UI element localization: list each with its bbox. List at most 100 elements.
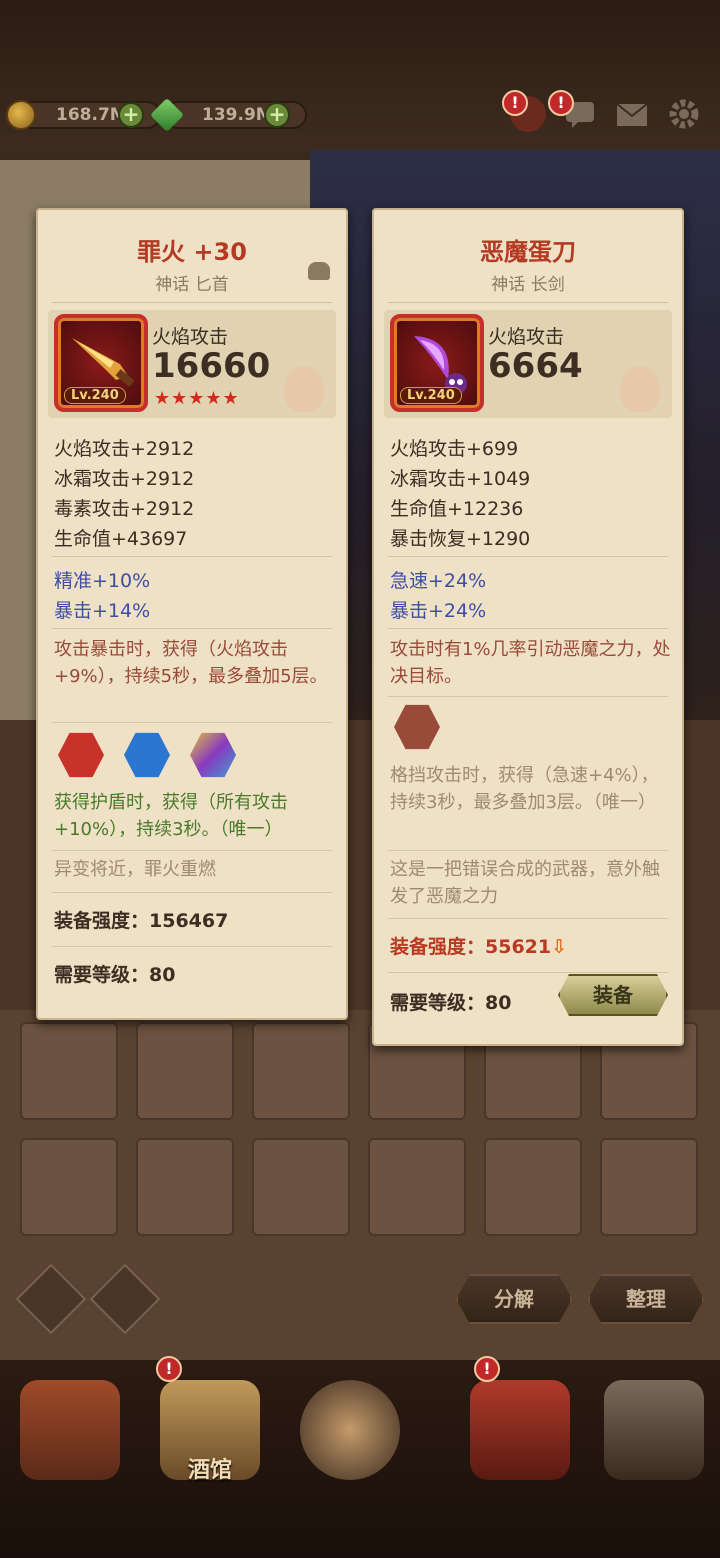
event-alert-badge: ! bbox=[502, 90, 528, 116]
inventory-slot[interactable] bbox=[484, 1138, 582, 1236]
item-hero: Lv.240 火焰攻击 6664 bbox=[384, 310, 672, 418]
divider bbox=[52, 850, 332, 851]
gear-score-label: 装备强度： bbox=[390, 936, 486, 958]
required-level-value: 80 bbox=[485, 992, 512, 1014]
divider bbox=[52, 946, 332, 947]
nav-home[interactable] bbox=[10, 1380, 130, 1490]
shop-alert-badge: ! bbox=[474, 1356, 500, 1382]
item-title: 恶魔蛋刀 bbox=[480, 238, 576, 266]
divider bbox=[388, 972, 668, 973]
item-card-left: 罪火 +30 神话 匕首 Lv.240 火焰攻击 16660 ★★★★★ 火焰攻… bbox=[36, 208, 348, 1020]
divider bbox=[52, 556, 332, 557]
main-stat-value: 16660 bbox=[152, 346, 271, 386]
main-stat-value: 6664 bbox=[488, 346, 583, 386]
divider bbox=[388, 696, 668, 697]
gear-score: 装备强度：156467 bbox=[54, 906, 228, 933]
decompose-button[interactable]: 分解 bbox=[456, 1274, 572, 1324]
inventory-slot[interactable] bbox=[20, 1138, 118, 1236]
required-level-label: 需要等级： bbox=[54, 964, 150, 986]
hat-icon bbox=[308, 262, 330, 280]
equip-button[interactable]: 装备 bbox=[558, 974, 668, 1016]
red-rune-icon bbox=[58, 732, 104, 778]
divider bbox=[52, 722, 332, 723]
nav-forge[interactable] bbox=[594, 1380, 714, 1490]
nav-shop[interactable] bbox=[460, 1380, 580, 1490]
score-decrease-arrow-icon: ⇩ bbox=[551, 936, 568, 958]
blue-rune-icon bbox=[124, 732, 170, 778]
sort-button[interactable]: 整理 bbox=[588, 1274, 704, 1324]
required-level: 需要等级：80 bbox=[54, 960, 175, 987]
item-card-right: 恶魔蛋刀 神话 长剑 Lv.240 火焰攻击 6664 火焰攻击+699 冰霜攻… bbox=[372, 208, 684, 1046]
bonus-stat: 急速+24% bbox=[390, 570, 487, 592]
divider bbox=[388, 628, 668, 629]
stat-line: 毒素攻击+2912 bbox=[54, 498, 195, 520]
main-stat-label: 火焰攻击 bbox=[488, 326, 565, 348]
divider bbox=[388, 302, 668, 303]
main-stat-label: 火焰攻击 bbox=[152, 326, 229, 348]
gear-icon bbox=[669, 99, 699, 129]
stat-line: 冰霜攻击+1049 bbox=[390, 468, 531, 490]
inventory-slot[interactable] bbox=[136, 1138, 234, 1236]
required-level-label: 需要等级： bbox=[390, 992, 486, 1014]
stat-line: 暴击恢复+1290 bbox=[390, 528, 531, 550]
envelope-icon bbox=[616, 103, 648, 126]
stat-line: 生命值+12236 bbox=[390, 498, 524, 520]
divider bbox=[388, 850, 668, 851]
mail-icon[interactable] bbox=[614, 96, 650, 132]
tavern-alert-badge: ! bbox=[156, 1356, 182, 1382]
divider bbox=[52, 628, 332, 629]
empty-rune-slot-icon bbox=[394, 704, 440, 750]
item-icon-frame: Lv.240 bbox=[54, 314, 148, 412]
rainbow-rune-icon bbox=[190, 732, 236, 778]
flame-element-icon bbox=[620, 366, 660, 412]
add-gem-button[interactable]: + bbox=[264, 102, 290, 128]
required-level-value: 80 bbox=[149, 964, 176, 986]
star-rating: ★★★★★ bbox=[154, 388, 240, 409]
item-level-badge: Lv.240 bbox=[400, 387, 462, 404]
item-subtitle: 神话 匕首 bbox=[155, 275, 229, 295]
divider bbox=[388, 918, 668, 919]
gear-score-value: 55621 bbox=[485, 936, 552, 958]
bonus-stat: 暴击+14% bbox=[54, 600, 151, 622]
item-level-badge: Lv.240 bbox=[64, 387, 126, 404]
stat-line: 火焰攻击+699 bbox=[390, 438, 519, 460]
divider bbox=[388, 556, 668, 557]
inventory-slot[interactable] bbox=[252, 1022, 350, 1120]
divider bbox=[52, 892, 332, 893]
nav-tavern-label: 酒馆 bbox=[187, 1458, 232, 1483]
stat-line: 火焰攻击+2912 bbox=[54, 438, 195, 460]
gear-score-label: 装备强度： bbox=[54, 910, 150, 932]
forge-anvil-icon bbox=[604, 1380, 704, 1480]
inventory-slot[interactable] bbox=[600, 1138, 698, 1236]
nav-adventure[interactable] bbox=[290, 1380, 410, 1490]
inventory-slot[interactable] bbox=[368, 1138, 466, 1236]
special-effect-text: 攻击时有1%几率引动恶魔之力，处决目标。 bbox=[390, 639, 671, 687]
inventory-slot[interactable] bbox=[136, 1022, 234, 1120]
gear-score-value: 156467 bbox=[149, 910, 229, 932]
adventure-map-icon bbox=[300, 1380, 400, 1480]
flame-element-icon bbox=[284, 366, 324, 412]
settings-gear-icon[interactable] bbox=[666, 96, 702, 132]
rune-effect-text: 获得护盾时，获得（所有攻击+10%），持续3秒。（唯一） bbox=[54, 792, 288, 840]
inventory-slot[interactable] bbox=[252, 1138, 350, 1236]
lore-text: 异变将近，罪火重燃 bbox=[54, 859, 216, 880]
stat-line: 冰霜攻击+2912 bbox=[54, 468, 195, 490]
stat-line: 生命值+43697 bbox=[54, 528, 188, 550]
rune-effect-text: 格挡攻击时，获得（急速+4%），持续3秒，最多叠加3层。（唯一） bbox=[390, 765, 659, 813]
special-effect-text: 攻击暴击时，获得（火焰攻击+9%），持续5秒，最多叠加5层。 bbox=[54, 639, 328, 687]
required-level: 需要等级：80 bbox=[390, 988, 511, 1015]
item-title: 罪火 +30 bbox=[137, 238, 247, 266]
treasure-chest-icon bbox=[470, 1380, 570, 1480]
add-gold-button[interactable]: + bbox=[118, 102, 144, 128]
house-icon bbox=[20, 1380, 120, 1480]
chat-alert-badge: ! bbox=[548, 90, 574, 116]
item-subtitle: 神话 长剑 bbox=[491, 275, 565, 295]
lore-text: 这是一把错误合成的武器，意外触发了恶魔之力 bbox=[390, 859, 660, 907]
bonus-stat: 精准+10% bbox=[54, 570, 151, 592]
gold-coin-icon bbox=[6, 100, 36, 130]
nav-tavern[interactable]: 酒馆 bbox=[150, 1380, 270, 1490]
item-icon-frame: Lv.240 bbox=[390, 314, 484, 412]
inventory-slot[interactable] bbox=[20, 1022, 118, 1120]
item-hero: Lv.240 火焰攻击 16660 ★★★★★ bbox=[48, 310, 336, 418]
divider bbox=[52, 302, 332, 303]
